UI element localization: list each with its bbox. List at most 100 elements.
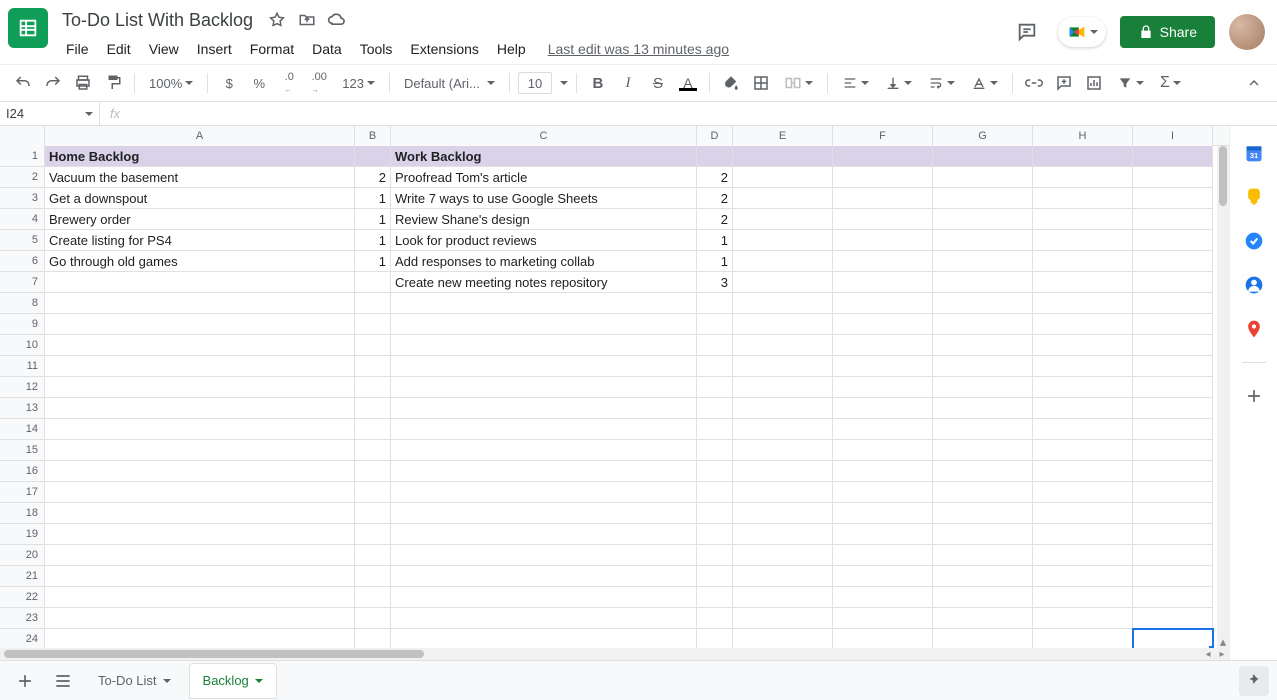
cell[interactable] <box>1133 230 1213 251</box>
cell[interactable] <box>833 188 933 209</box>
cell[interactable] <box>833 293 933 314</box>
cell[interactable] <box>697 461 733 482</box>
cell[interactable] <box>1033 419 1133 440</box>
cell[interactable] <box>391 419 697 440</box>
cell[interactable] <box>833 335 933 356</box>
sheets-app-icon[interactable] <box>8 8 48 48</box>
cell[interactable] <box>391 482 697 503</box>
bold-button[interactable]: B <box>585 70 611 96</box>
cell[interactable]: Vacuum the basement <box>45 167 355 188</box>
cell[interactable] <box>697 503 733 524</box>
cell[interactable] <box>1033 440 1133 461</box>
cell[interactable] <box>833 272 933 293</box>
cell[interactable] <box>733 251 833 272</box>
cell[interactable] <box>933 524 1033 545</box>
meet-button[interactable] <box>1058 17 1106 47</box>
font-family-dropdown[interactable]: Default (Ari... <box>398 70 501 96</box>
scroll-right-icon[interactable]: ▸ <box>1215 648 1229 660</box>
cell[interactable] <box>391 608 697 629</box>
cell[interactable] <box>1033 608 1133 629</box>
cell[interactable]: 1 <box>697 230 733 251</box>
cell[interactable] <box>391 629 697 650</box>
cell[interactable] <box>933 608 1033 629</box>
currency-button[interactable]: $ <box>216 70 242 96</box>
row-header[interactable]: 8 <box>0 293 45 314</box>
cell[interactable] <box>355 524 391 545</box>
row-header[interactable]: 18 <box>0 503 45 524</box>
cell[interactable] <box>45 377 355 398</box>
cell[interactable] <box>733 524 833 545</box>
row-header[interactable]: 24 <box>0 629 45 650</box>
move-icon[interactable] <box>297 10 317 30</box>
cell[interactable] <box>355 482 391 503</box>
cell[interactable] <box>933 377 1033 398</box>
tasks-icon[interactable] <box>1243 230 1265 252</box>
cell[interactable] <box>933 293 1033 314</box>
cell[interactable] <box>45 566 355 587</box>
column-header-B[interactable]: B <box>355 126 391 146</box>
cell[interactable] <box>833 146 933 167</box>
cell[interactable] <box>833 482 933 503</box>
cell[interactable]: Home Backlog <box>45 146 355 167</box>
cell[interactable] <box>45 608 355 629</box>
row-header[interactable]: 17 <box>0 482 45 503</box>
cell[interactable] <box>1033 377 1133 398</box>
select-all-corner[interactable] <box>0 126 45 146</box>
cell[interactable]: Proofread Tom's article <box>391 167 697 188</box>
functions-button[interactable]: Σ <box>1154 70 1187 96</box>
cell[interactable]: Create listing for PS4 <box>45 230 355 251</box>
cell[interactable] <box>1033 587 1133 608</box>
cell[interactable] <box>45 314 355 335</box>
cell[interactable]: Review Shane's design <box>391 209 697 230</box>
cell[interactable] <box>933 629 1033 650</box>
column-header-E[interactable]: E <box>733 126 833 146</box>
cell[interactable] <box>1033 251 1133 272</box>
comments-icon[interactable] <box>1010 15 1044 49</box>
cell[interactable] <box>1133 272 1213 293</box>
cell[interactable] <box>1033 314 1133 335</box>
menu-data[interactable]: Data <box>304 37 350 61</box>
sheet-tab-backlog[interactable]: Backlog <box>189 663 277 699</box>
cell[interactable] <box>355 377 391 398</box>
cell[interactable] <box>391 545 697 566</box>
cell[interactable] <box>833 167 933 188</box>
paint-format-button[interactable] <box>100 70 126 96</box>
cell[interactable] <box>391 524 697 545</box>
menu-format[interactable]: Format <box>242 37 302 61</box>
cell[interactable]: Create new meeting notes repository <box>391 272 697 293</box>
cell[interactable] <box>833 566 933 587</box>
row-header[interactable]: 16 <box>0 461 45 482</box>
strikethrough-button[interactable]: S <box>645 70 671 96</box>
cell[interactable] <box>391 440 697 461</box>
cell[interactable] <box>733 629 833 650</box>
cell[interactable] <box>355 629 391 650</box>
cell[interactable] <box>697 314 733 335</box>
cell[interactable] <box>933 230 1033 251</box>
cell[interactable]: 2 <box>697 209 733 230</box>
menu-tools[interactable]: Tools <box>352 37 401 61</box>
cell[interactable] <box>733 461 833 482</box>
cell[interactable] <box>355 146 391 167</box>
cell[interactable] <box>833 503 933 524</box>
menu-file[interactable]: File <box>58 37 97 61</box>
cell[interactable] <box>933 419 1033 440</box>
explore-button[interactable] <box>1241 626 1265 650</box>
all-sheets-button[interactable] <box>46 664 80 698</box>
column-header-I[interactable]: I <box>1133 126 1213 146</box>
cell[interactable] <box>355 440 391 461</box>
text-color-button[interactable]: A <box>675 70 701 96</box>
menu-insert[interactable]: Insert <box>189 37 240 61</box>
cell[interactable] <box>697 419 733 440</box>
cell[interactable] <box>833 230 933 251</box>
cell[interactable] <box>833 524 933 545</box>
add-sheet-button[interactable] <box>8 664 42 698</box>
column-header-H[interactable]: H <box>1033 126 1133 146</box>
cell[interactable] <box>733 209 833 230</box>
cell[interactable] <box>833 587 933 608</box>
cell[interactable] <box>933 440 1033 461</box>
cell[interactable] <box>355 461 391 482</box>
row-header[interactable]: 22 <box>0 587 45 608</box>
cell[interactable] <box>733 608 833 629</box>
cell[interactable] <box>355 293 391 314</box>
row-header[interactable]: 2 <box>0 167 45 188</box>
